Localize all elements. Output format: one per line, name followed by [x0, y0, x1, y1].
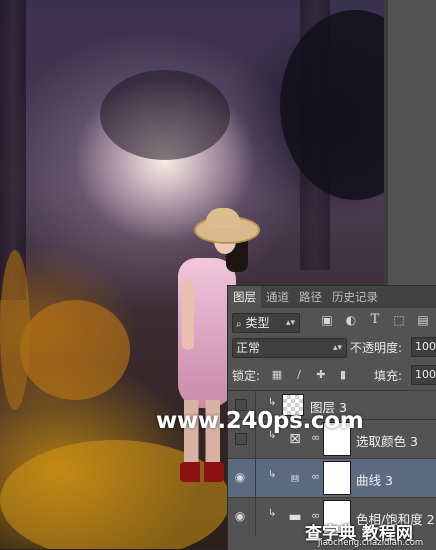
opacity-input[interactable]: 100%	[411, 337, 436, 357]
chevron-updown-icon: ▴▾	[332, 343, 342, 353]
chevron-updown-icon: ▴▾	[285, 318, 295, 328]
fill-input[interactable]: 100%	[411, 365, 436, 385]
foliage	[20, 300, 130, 400]
layer-mask-thumbnail	[323, 461, 351, 495]
lock-label: 锁定:	[232, 369, 261, 383]
blend-mode-select[interactable]: 正常 ▴▾	[232, 338, 347, 358]
divider	[255, 459, 256, 497]
girl-hat-crown	[206, 208, 240, 228]
clip-arrow-icon: ↳	[268, 397, 277, 408]
adjustment-filter-icon[interactable]: ◐	[344, 313, 358, 327]
site-watermark: www.240ps.com	[156, 408, 364, 434]
girl-shoes	[180, 462, 224, 482]
layer-name: 选取颜色 3	[356, 434, 418, 449]
fill-label: 填充:	[374, 369, 403, 383]
clip-arrow-icon: ↳	[268, 508, 277, 519]
foliage	[0, 250, 30, 410]
smart-object-filter-icon[interactable]: ▤	[416, 313, 430, 327]
filter-kind-value: 类型	[245, 316, 270, 330]
opacity-label: 不透明度:	[350, 341, 403, 355]
tab-channels[interactable]: 通道	[261, 286, 294, 308]
type-filter-icon[interactable]: T	[368, 313, 382, 327]
girl-arm	[182, 280, 194, 350]
divider	[255, 498, 256, 536]
image-filter-icon[interactable]: ▣	[320, 313, 334, 327]
site-url: jiaocheng.chazidian.com	[318, 538, 424, 548]
panel-strip	[384, 0, 436, 287]
lock-image-icon[interactable]: ∕	[292, 368, 306, 382]
curves-icon: ⩏	[291, 470, 299, 486]
tab-layers[interactable]: 图层	[228, 286, 261, 308]
search-icon: ⌕	[236, 319, 242, 330]
link-icon: ∞	[311, 470, 321, 483]
lock-all-icon[interactable]: ▮	[336, 368, 350, 382]
eye-icon[interactable]: ◉	[231, 509, 249, 523]
panel-strip-border	[384, 0, 388, 287]
lock-transparency-icon[interactable]: ▦	[270, 368, 284, 382]
visibility-toggle[interactable]	[235, 433, 247, 445]
tab-history[interactable]: 历史记录	[327, 286, 383, 308]
layer-name: 曲线 3	[356, 473, 393, 488]
panel-tabs: 图层 通道 路径 历史记录	[228, 286, 436, 308]
layer-row[interactable]: ◉ ↳ ⩏ ∞ 曲线 3	[228, 458, 436, 497]
filter-kind-select[interactable]: ⌕ 类型 ▴▾	[232, 313, 300, 333]
shape-filter-icon[interactable]: ⬚	[392, 313, 406, 327]
lock-position-icon[interactable]: ✚	[314, 368, 328, 382]
eye-icon[interactable]: ◉	[231, 470, 249, 484]
foliage	[100, 70, 230, 160]
hue-saturation-icon: ▬	[288, 509, 302, 525]
blend-mode-value: 正常	[236, 341, 261, 355]
clip-arrow-icon: ↳	[268, 469, 277, 480]
tab-paths[interactable]: 路径	[294, 286, 327, 308]
